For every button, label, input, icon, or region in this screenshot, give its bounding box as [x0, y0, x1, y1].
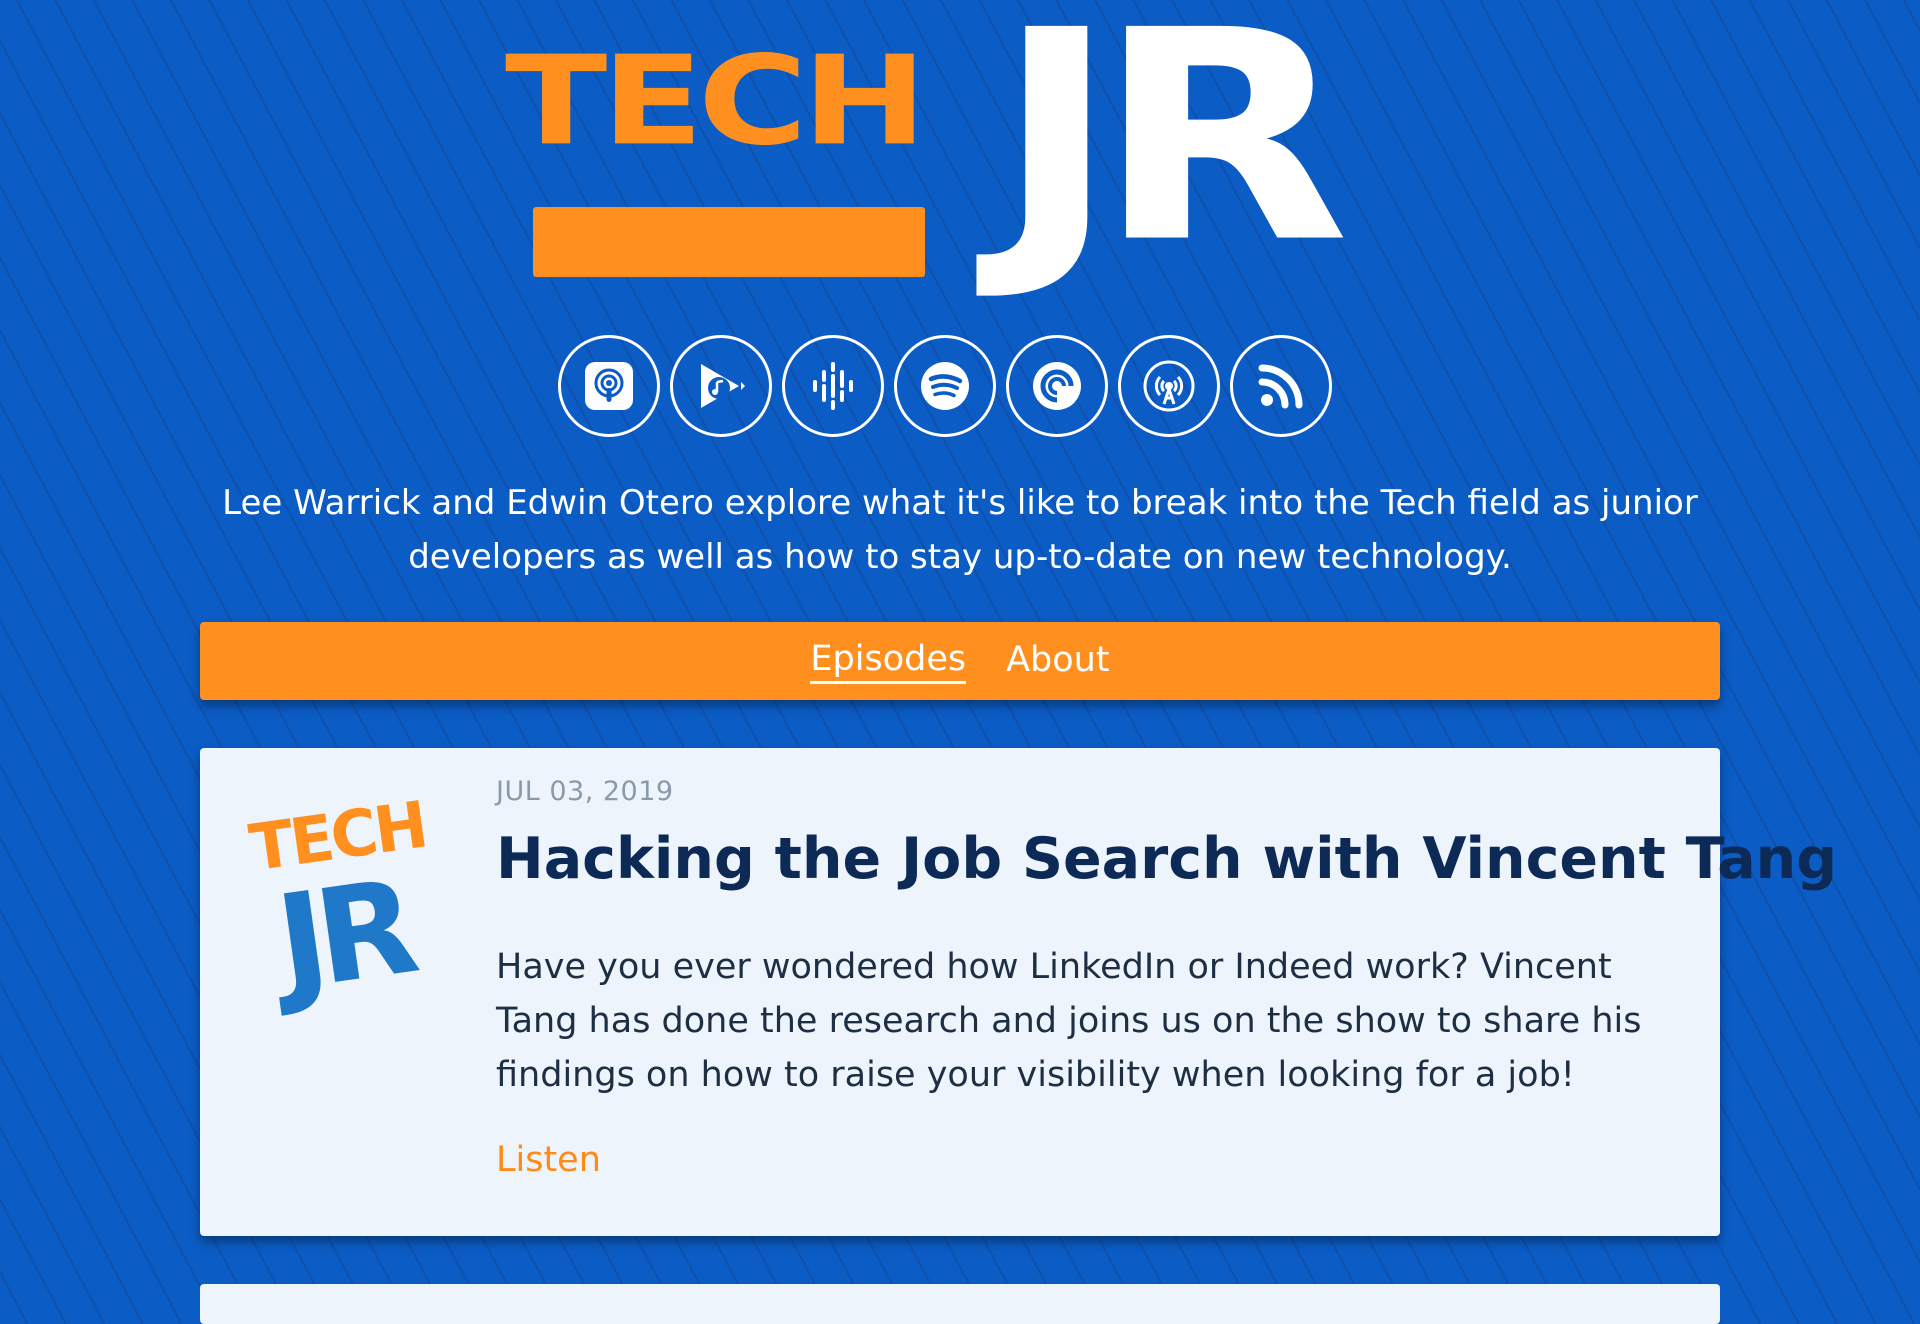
logo-tech-word: TECH — [505, 30, 980, 205]
episode-card-next — [200, 1284, 1720, 1324]
pocket-casts-icon[interactable] — [1006, 335, 1108, 437]
episode-title[interactable]: Hacking the Job Search with Vincent Tang — [496, 826, 1837, 892]
apple-podcasts-icon[interactable] — [558, 335, 660, 437]
episode-card: TECH JR JUL 03, 2019 Hacking the Job Sea… — [200, 748, 1837, 1236]
episode-date: JUL 03, 2019 — [496, 776, 674, 807]
rss-icon[interactable] — [1230, 335, 1332, 437]
site-logo[interactable]: TECH JR — [505, 0, 1415, 305]
logo-tech-text: TECH — [505, 30, 927, 173]
google-podcasts-icon[interactable] — [782, 335, 884, 437]
main-nav: Episodes About — [200, 622, 1720, 700]
logo-jr-text: JR — [995, 0, 1350, 307]
google-play-music-icon[interactable] — [670, 335, 772, 437]
podcast-links — [558, 335, 1332, 437]
nav-episodes-link[interactable]: Episodes — [810, 639, 967, 684]
episode-description: Have you ever wondered how LinkedIn or I… — [496, 947, 1642, 1095]
site-tagline: Lee Warrick and Edwin Otero explore what… — [222, 483, 1698, 577]
nav-about-link[interactable]: About — [1006, 640, 1109, 682]
listen-link[interactable]: Listen — [496, 1140, 601, 1180]
spotify-icon[interactable] — [894, 335, 996, 437]
overcast-icon[interactable] — [1118, 335, 1220, 437]
logo-underline-bar — [533, 207, 925, 277]
thumbnail-jr-text: JR — [268, 851, 417, 1020]
episode-thumbnail[interactable]: TECH JR — [242, 789, 462, 1020]
